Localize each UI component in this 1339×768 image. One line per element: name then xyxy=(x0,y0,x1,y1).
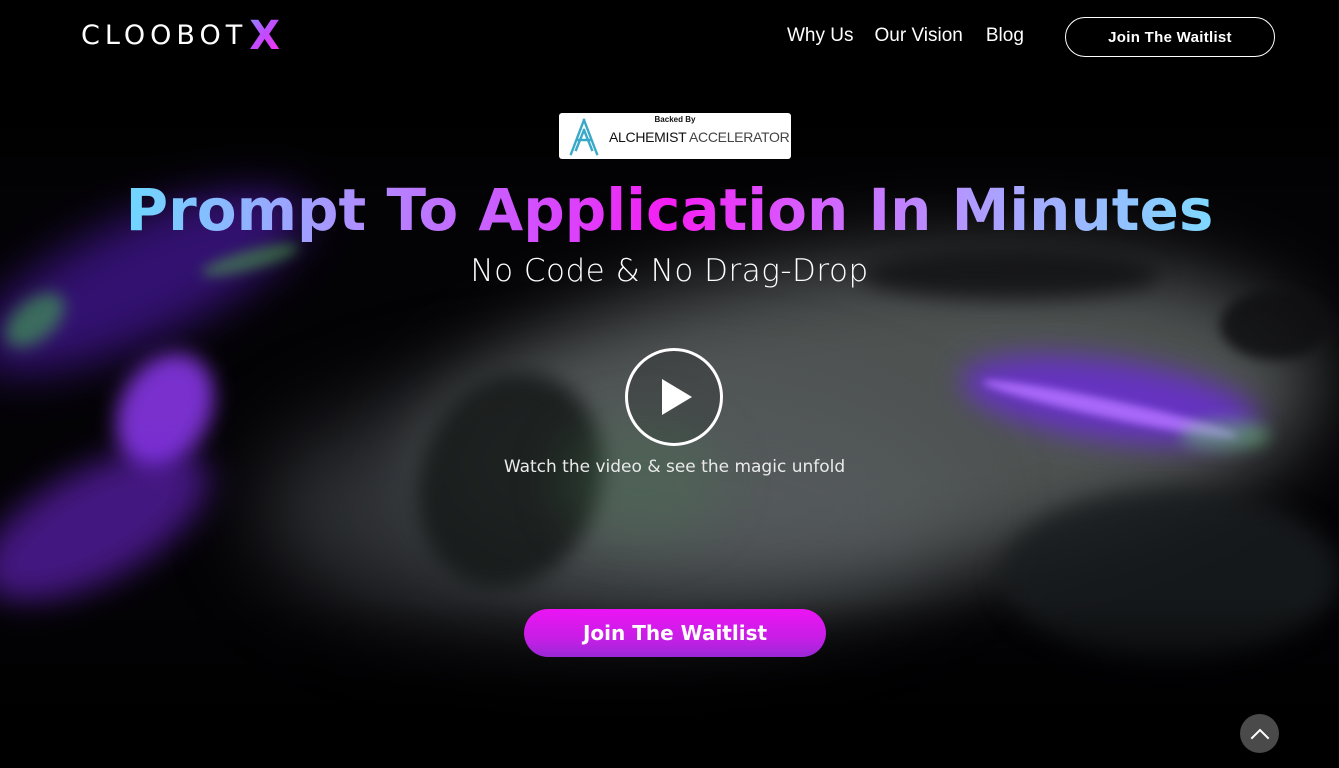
accelerator-name-primary: ALCHEMIST xyxy=(609,129,687,145)
main-nav: Why Us Our Vision Blog xyxy=(787,24,1024,48)
site-header: CLOOBOT X Why Us Our Vision Blog Join Th… xyxy=(0,0,1339,75)
scroll-to-top-button[interactable] xyxy=(1240,714,1279,753)
hero-headline: Prompt To Application In Minutes xyxy=(0,170,1339,250)
brand-logo[interactable]: CLOOBOT X xyxy=(81,16,280,56)
accelerator-name: ALCHEMIST ACCELERATOR xyxy=(609,129,790,145)
nav-link-blog[interactable]: Blog xyxy=(986,24,1024,48)
hero-subheadline: No Code & No Drag-Drop xyxy=(470,253,869,289)
brand-name: CLOOBOT xyxy=(81,20,248,51)
play-icon xyxy=(662,379,692,415)
hero-headline-text: Prompt To Application In Minutes xyxy=(125,176,1214,244)
video-caption: Watch the video & see the magic unfold xyxy=(503,457,846,477)
brand-mark: X xyxy=(249,13,281,59)
header-join-waitlist-button[interactable]: Join The Waitlist xyxy=(1065,17,1275,57)
nav-link-why-us[interactable]: Why Us xyxy=(787,24,854,48)
backed-by-badge: Backed By ALCHEMIST ACCELERATOR xyxy=(559,113,791,159)
alchemist-logo-icon xyxy=(569,118,599,156)
accelerator-name-secondary: ACCELERATOR xyxy=(689,129,790,145)
nav-link-our-vision[interactable]: Our Vision xyxy=(875,24,963,48)
play-video-button[interactable] xyxy=(625,348,723,446)
chevron-up-icon xyxy=(1250,728,1269,739)
hero-join-waitlist-button[interactable]: Join The Waitlist xyxy=(524,609,826,657)
